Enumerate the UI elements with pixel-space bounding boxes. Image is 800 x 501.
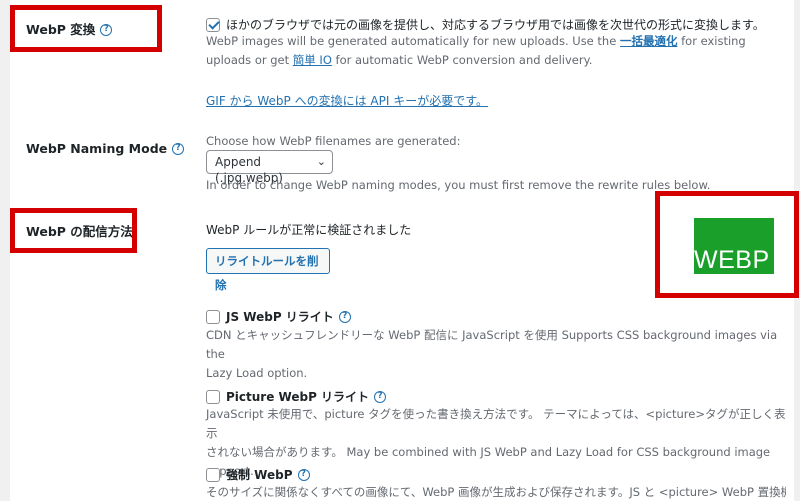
picture-webp-checkbox[interactable] [206,389,220,404]
js-webp-desc-line-2: Lazy Load option. [206,366,308,380]
highlight-box-webp-convert [10,5,162,52]
force-webp-description: そのサイズに関係なくすべての画像にて、WebP 画像が生成および保存されます。J… [206,485,786,499]
webp-convert-checkbox-label: ほかのブラウザでは元の画像を提供し、対応するブラウザ用では画像を次世代の形式に変… [226,18,765,32]
help-icon[interactable]: ? [374,390,387,403]
naming-mode-prompt: Choose how WebP filenames are generated: [206,134,461,148]
picture-webp-label: Picture WebP リライト [226,390,370,404]
help-icon[interactable]: ? [297,468,310,481]
settings-panel: WebP 変換? ほかのブラウザでは元の画像を提供し、対応するブラウザ用では画像… [10,0,799,501]
naming-mode-select[interactable]: Append (.jpg.webp) ⌄ [206,150,333,185]
picture-webp-row: Picture WebP リライト? [206,386,387,405]
webp-convert-desc-text-3: for automatic WebP conversion and delive… [331,53,593,67]
js-webp-label: JS WebP リライト [226,310,334,324]
js-webp-desc-line-1: CDN とキャッシュフレンドリーな WebP 配信に JavaScript を使… [206,328,778,361]
easy-io-link[interactable]: 簡単 IO [293,53,332,67]
help-icon[interactable]: ? [172,142,185,155]
gif-api-key-link[interactable]: GIF から WebP への変換には API キーが必要です。 [206,94,488,108]
js-webp-checkbox[interactable] [206,309,220,324]
js-webp-row: JS WebP リライト? [206,306,351,325]
highlight-box-delivery [10,208,137,253]
naming-mode-row-label: WebP Naming Mode? [26,138,185,157]
force-webp-checkbox[interactable] [206,467,220,482]
webp-convert-description: WebP images will be generated automatica… [206,32,776,70]
chevron-down-icon: ⌄ [316,155,326,168]
force-webp-row: 強制 WebP? [206,464,310,483]
js-webp-description: CDN とキャッシュフレンドリーな WebP 配信に JavaScript を使… [206,326,786,383]
delivery-status: WebP ルールが正常に検証されました [206,223,412,237]
remove-rewrite-rules-button[interactable]: リライトルールを削除 [206,248,330,292]
naming-mode-label: WebP Naming Mode [26,141,168,156]
webp-convert-desc-text-1: WebP images will be generated automatica… [206,34,620,48]
help-icon[interactable]: ? [338,310,351,323]
force-webp-label: 強制 WebP [226,468,293,482]
webp-logo-text: WEBP [694,246,770,274]
gif-api-link-row: GIF から WebP への変換には API キーが必要です。 [206,92,488,109]
webp-logo: WEBP [694,218,774,274]
bulk-optimize-link[interactable]: 一括最適化 [620,34,678,48]
picture-webp-desc-line-1: JavaScript 未使用で、picture タグを使った書き換え方法です。 … [206,407,786,440]
webp-convert-checkbox[interactable] [206,17,220,32]
webp-convert-checkbox-row: ほかのブラウザでは元の画像を提供し、対応するブラウザ用では画像を次世代の形式に変… [206,14,786,33]
